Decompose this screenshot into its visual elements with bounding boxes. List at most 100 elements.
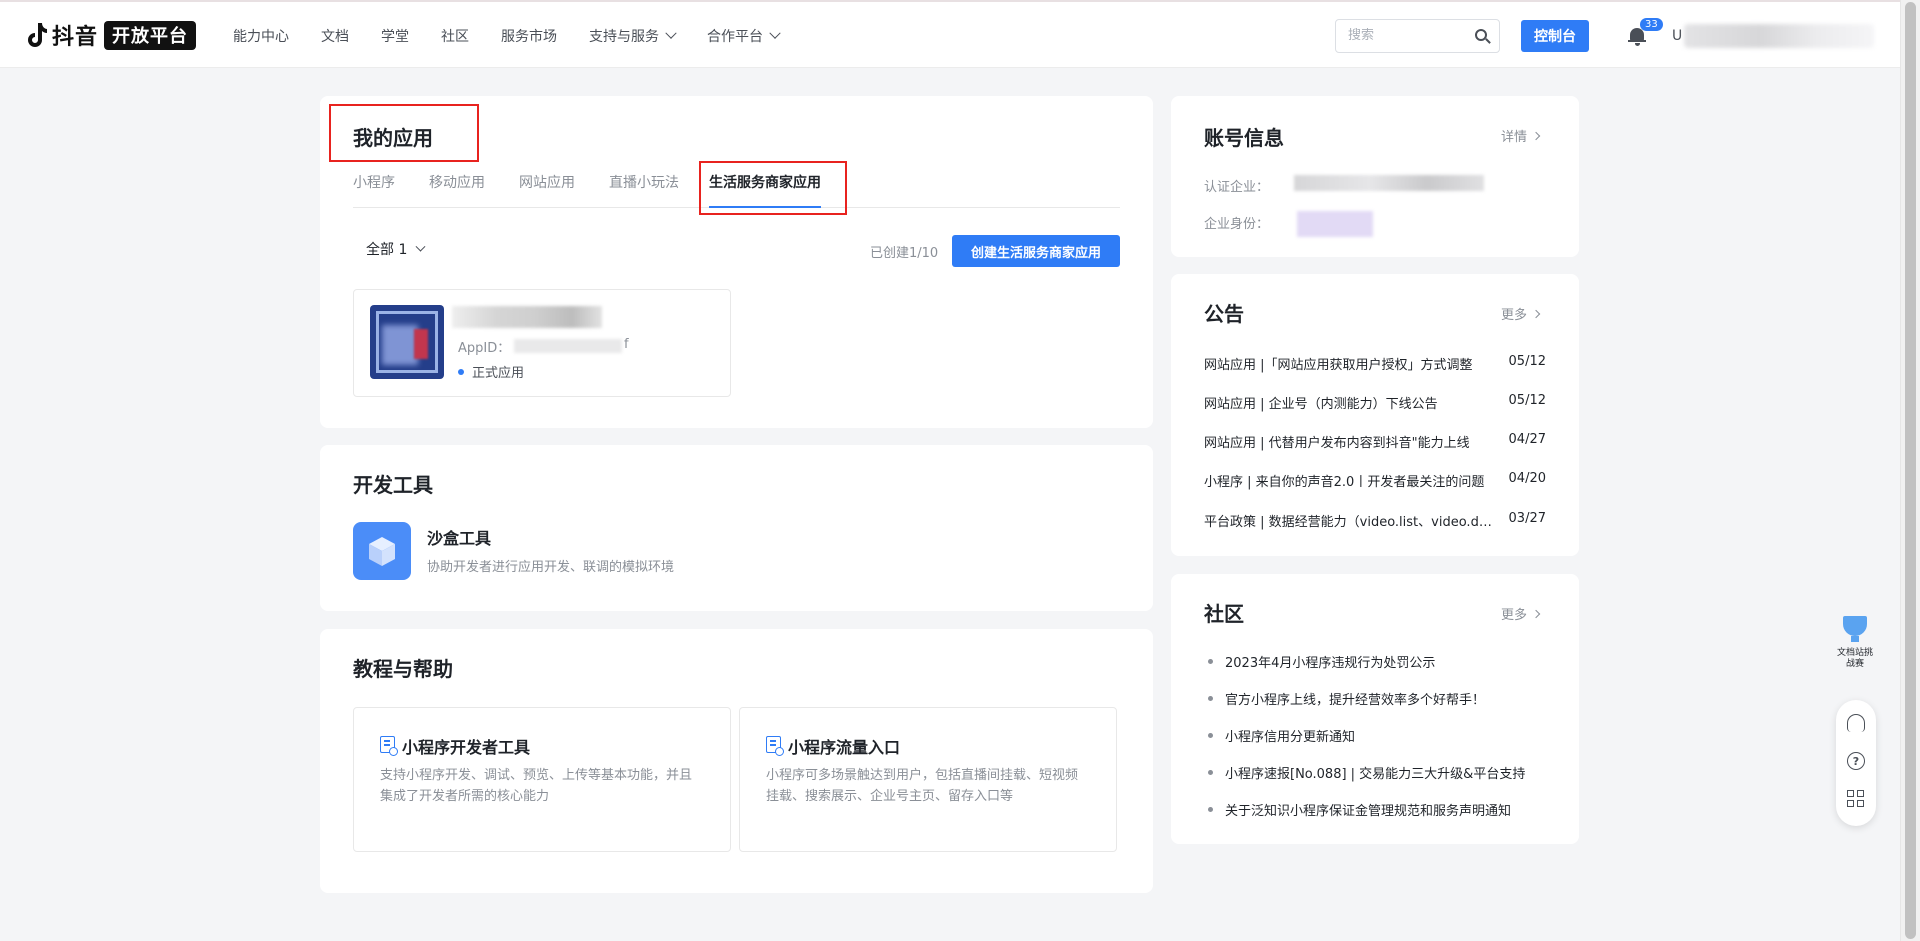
tutorial-card-devtools[interactable]: 小程序开发者工具 支持小程序开发、调试、预览、上传等基本功能，并且集成了开发者所…	[353, 707, 731, 852]
community-item-text: 官方小程序上线，提升经营效率多个好帮手！	[1225, 693, 1486, 708]
page-scrollbar[interactable]	[1900, 0, 1920, 941]
nav-item-support[interactable]: 支持与服务	[589, 26, 677, 46]
corp-name-redacted	[1294, 175, 1484, 191]
logo-badge: 开放平台	[104, 20, 197, 50]
nav-item-partner[interactable]: 合作平台	[707, 26, 781, 46]
app-status-label: 正式应用	[472, 366, 525, 381]
chevron-down-icon	[415, 241, 426, 252]
app-status: 正式应用	[458, 362, 524, 381]
community-item[interactable]: 官方小程序上线，提升经营效率多个好帮手！	[1208, 689, 1546, 708]
console-button[interactable]: 控制台	[1521, 20, 1589, 52]
notice-item[interactable]: 小程序 | 来自你的声音2.0丨开发者最关注的问题 04/20	[1204, 471, 1546, 491]
nav-item-capability-center[interactable]: 能力中心	[233, 26, 289, 46]
notice-item[interactable]: 平台政策 | 数据经营能力（video.list、video.data 03/27	[1204, 511, 1546, 531]
notice-date: 04/27	[1508, 432, 1546, 447]
document-search-icon	[766, 736, 784, 756]
community-item-text: 2023年4月小程序违规行为处罚公示	[1225, 656, 1436, 671]
appid-tail: f	[624, 337, 629, 352]
tab-mobile-app[interactable]: 移动应用	[429, 162, 485, 207]
nav-label: 社区	[441, 29, 469, 45]
bullet-icon	[1208, 659, 1213, 664]
bullet-icon	[1208, 733, 1213, 738]
nav-item-service-market[interactable]: 服务市场	[501, 26, 557, 46]
tab-website-app[interactable]: 网站应用	[519, 162, 575, 207]
notice-date: 05/12	[1508, 354, 1546, 369]
notice-date: 04/20	[1508, 471, 1546, 486]
bullet-icon	[1208, 807, 1213, 812]
logo-text: 抖音	[52, 25, 99, 50]
tab-mini-program[interactable]: 小程序	[353, 162, 395, 207]
user-initial[interactable]: U	[1672, 28, 1682, 44]
challenge-trophy-widget[interactable]: 文档站挑战赛	[1836, 606, 1874, 678]
sandbox-tool-name[interactable]: 沙盒工具	[427, 525, 491, 549]
chevron-down-icon	[769, 27, 781, 39]
app-name-redacted	[452, 306, 602, 328]
create-merchant-app-button[interactable]: 创建生活服务商家应用	[952, 235, 1120, 267]
nav-item-docs[interactable]: 文档	[321, 26, 349, 46]
dev-tools-title: 开发工具	[353, 473, 433, 497]
app-item-card[interactable]: AppID： f 正式应用	[353, 289, 731, 397]
tiktok-note-icon	[28, 23, 47, 47]
chevron-right-icon	[1531, 131, 1541, 140]
search-input[interactable]	[1348, 28, 1468, 43]
dev-tools-card: 开发工具 沙盒工具 协助开发者进行应用开发、联调的模拟环境	[320, 445, 1153, 611]
notice-text: 平台政策 | 数据经营能力（video.list、video.data	[1204, 515, 1494, 530]
account-detail-link[interactable]: 详情	[1501, 126, 1541, 145]
sandbox-tool-desc: 协助开发者进行应用开发、联调的模拟环境	[427, 560, 675, 575]
cube-icon	[369, 537, 395, 566]
qr-code-icon[interactable]	[1847, 790, 1865, 808]
help-circle-icon[interactable]: ?	[1847, 752, 1865, 770]
notices-title: 公告	[1204, 302, 1244, 326]
tutorial-desc: 支持小程序开发、调试、预览、上传等基本功能，并且集成了开发者所需的核心能力	[380, 768, 693, 804]
community-item[interactable]: 小程序信用分更新通知	[1208, 726, 1546, 745]
highlight-box-tab	[699, 161, 847, 215]
tutorial-title: 小程序流量入口	[788, 738, 901, 757]
tutorial-card-traffic[interactable]: 小程序流量入口 小程序可多场景触达到用户，包括直播间挂载、短视频挂载、搜索展示、…	[739, 707, 1117, 852]
tutorials-card: 教程与帮助 小程序开发者工具 支持小程序开发、调试、预览、上传等基本功能，并且集…	[320, 629, 1153, 893]
link-label: 详情	[1501, 130, 1528, 145]
corp-label: 认证企业：	[1204, 180, 1270, 195]
nav-label: 服务市场	[501, 29, 557, 45]
main-nav: 能力中心 文档 学堂 社区 服务市场 支持与服务 合作平台	[233, 2, 811, 70]
tutorial-desc: 小程序可多场景触达到用户，包括直播间挂载、短视频挂载、搜索展示、企业号主页、留存…	[766, 768, 1079, 804]
community-item[interactable]: 关于泛知识小程序保证金管理规范和服务声明通知	[1208, 800, 1546, 819]
headset-support-icon[interactable]	[1847, 714, 1865, 732]
nav-label: 文档	[321, 29, 349, 45]
nav-label: 支持与服务	[589, 29, 659, 45]
chevron-right-icon	[1531, 309, 1541, 318]
app-filter-dropdown[interactable]: 全部 1	[366, 239, 426, 259]
scrollbar-thumb[interactable]	[1905, 2, 1916, 939]
bullet-icon	[1208, 696, 1213, 701]
trophy-icon	[1843, 616, 1867, 636]
douyin-logo[interactable]: 抖音 开放平台	[24, 20, 197, 50]
user-name-redacted[interactable]	[1684, 24, 1874, 48]
app-icon	[370, 305, 444, 379]
community-item-text: 小程序信用分更新通知	[1225, 730, 1356, 745]
notice-item[interactable]: 网站应用 | 代替用户发布内容到抖音"能力上线 04/27	[1204, 432, 1546, 452]
filter-label: 全部 1	[366, 242, 408, 258]
role-label: 企业身份：	[1204, 217, 1270, 232]
notices-more-link[interactable]: 更多	[1501, 304, 1541, 323]
nav-item-academy[interactable]: 学堂	[381, 26, 409, 46]
notice-text: 网站应用 | 企业号（内测能力）下线公告	[1204, 397, 1438, 412]
sandbox-cube-icon[interactable]	[353, 522, 411, 580]
nav-label: 学堂	[381, 29, 409, 45]
notification-count-badge: 33	[1640, 18, 1663, 31]
tab-live-game[interactable]: 直播小玩法	[609, 162, 679, 207]
community-item[interactable]: 2023年4月小程序违规行为处罚公示	[1208, 652, 1546, 671]
nav-label: 合作平台	[707, 29, 763, 45]
notice-item[interactable]: 网站应用 |「网站应用获取用户授权」方式调整 05/12	[1204, 354, 1546, 374]
notice-text: 网站应用 | 代替用户发布内容到抖音"能力上线	[1204, 436, 1470, 451]
community-more-link[interactable]: 更多	[1501, 604, 1541, 623]
nav-item-community[interactable]: 社区	[441, 26, 469, 46]
community-item[interactable]: 小程序速报[No.088] | 交易能力三大升级&平台支持	[1208, 763, 1546, 782]
notice-item[interactable]: 网站应用 | 企业号（内测能力）下线公告 05/12	[1204, 393, 1546, 413]
community-item-text: 小程序速报[No.088] | 交易能力三大升级&平台支持	[1225, 767, 1526, 782]
chevron-down-icon	[665, 27, 677, 39]
highlight-box-title	[329, 104, 479, 162]
search-icon[interactable]	[1475, 29, 1487, 41]
tutorials-title: 教程与帮助	[353, 657, 453, 681]
trophy-text: 文档站挑战赛	[1836, 648, 1873, 669]
link-label: 更多	[1501, 608, 1528, 623]
status-dot-icon	[458, 368, 464, 375]
